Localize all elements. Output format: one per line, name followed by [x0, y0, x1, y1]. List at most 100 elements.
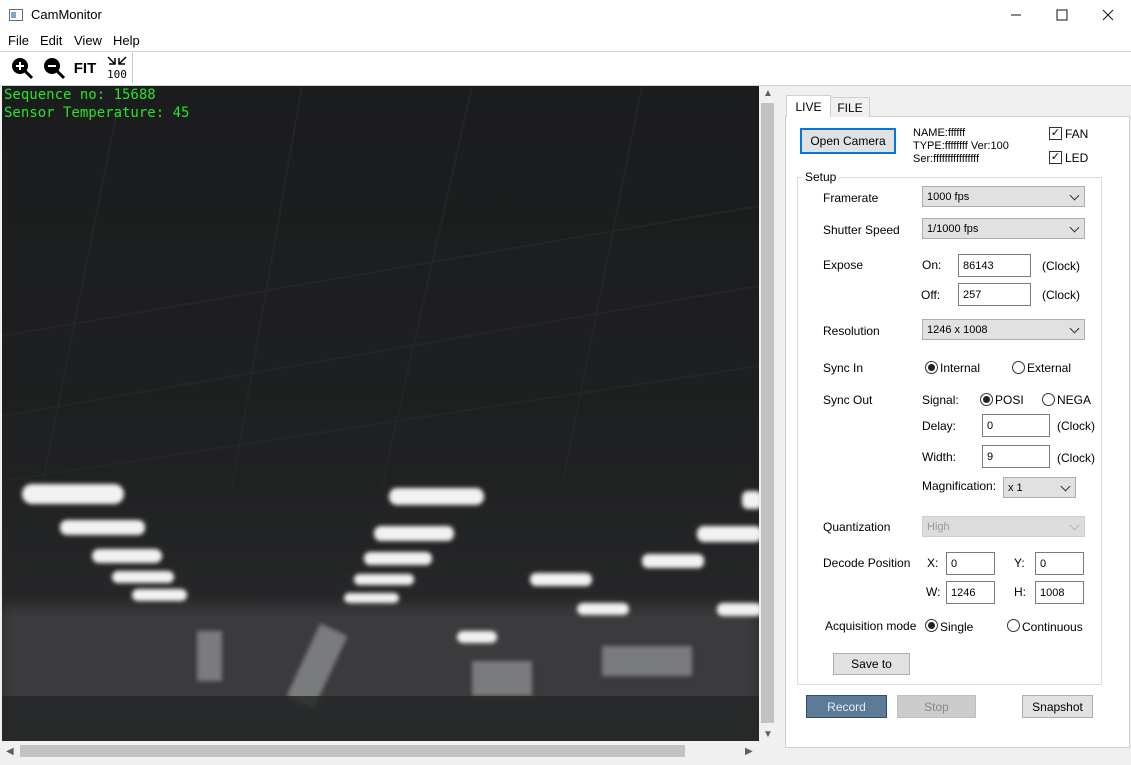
signal-nega-label: NEGA [1057, 393, 1092, 407]
magnification-select[interactable]: x 1 [1003, 477, 1076, 498]
camera-image [2, 86, 759, 741]
resolution-value: 1246 x 1008 [927, 323, 988, 336]
magnification-label: Magnification: [922, 479, 997, 493]
menu-edit[interactable]: Edit [40, 33, 62, 48]
framerate-label: Framerate [823, 191, 879, 205]
expose-on-label: On: [922, 258, 942, 272]
zoom-in-button[interactable] [8, 55, 36, 81]
scroll-right-arrow-icon[interactable]: ▶ [745, 746, 753, 757]
zoom-out-button[interactable] [40, 55, 68, 81]
quantization-select[interactable]: High [922, 516, 1085, 537]
delay-input[interactable]: 0 [982, 414, 1050, 437]
sequence-overlay: Sequence no: 15688 [4, 87, 156, 103]
scroll-up-arrow-icon[interactable]: ▲ [763, 88, 773, 99]
fan-label: FAN [1065, 127, 1089, 141]
expose-on-input[interactable]: 86143 [958, 254, 1031, 277]
temperature-overlay: Sensor Temperature: 45 [4, 105, 190, 121]
delay-unit: (Clock) [1057, 419, 1095, 433]
menu-help[interactable]: Help [113, 33, 140, 48]
horizontal-scroll-thumb[interactable] [20, 745, 685, 757]
menu-file[interactable]: File [8, 33, 29, 48]
width-unit: (Clock) [1057, 451, 1095, 465]
shutter-speed-select[interactable]: 1/1000 fps [922, 218, 1085, 239]
signal-label: Signal: [922, 393, 959, 407]
led-checkbox[interactable]: ✓ [1049, 151, 1062, 164]
signal-posi-radio[interactable] [980, 393, 993, 406]
acquisition-mode-label: Acquisition mode [825, 619, 917, 633]
acquisition-single-radio[interactable] [925, 619, 938, 632]
led-label: LED [1065, 151, 1089, 165]
decode-y-input[interactable]: 0 [1035, 552, 1084, 575]
save-to-button[interactable]: Save to [833, 653, 910, 675]
acquisition-continuous-radio[interactable] [1007, 619, 1020, 632]
record-button[interactable]: Record [806, 695, 887, 718]
camera-name: NAME:ffffff [913, 127, 966, 139]
width-input[interactable]: 9 [982, 445, 1050, 468]
zoom-out-icon [44, 58, 66, 80]
stop-button[interactable]: Stop [897, 695, 976, 718]
expose-off-input[interactable]: 257 [958, 283, 1031, 306]
zoom-in-icon [12, 58, 34, 80]
acquisition-single-label: Single [940, 620, 974, 634]
decode-w-input[interactable]: 1246 [946, 581, 995, 604]
maximize-icon [1056, 9, 1068, 21]
decode-h-input[interactable]: 1008 [1035, 581, 1084, 604]
signal-posi-label: POSI [995, 393, 1024, 407]
width-label: Width: [922, 450, 957, 464]
sync-in-label: Sync In [823, 361, 864, 375]
scroll-down-arrow-icon[interactable]: ▼ [763, 729, 773, 740]
title-bar [0, 0, 1131, 30]
menu-view[interactable]: View [74, 33, 102, 48]
open-camera-button[interactable]: Open Camera [800, 128, 896, 154]
decode-x-label: X: [927, 556, 939, 570]
shutter-speed-label: Shutter Speed [823, 223, 900, 237]
tab-live[interactable]: LIVE [786, 95, 831, 117]
camera-type: TYPE:ffffffff Ver:100 [913, 140, 1009, 152]
shutter-speed-value: 1/1000 fps [927, 222, 979, 235]
quantization-label: Quantization [823, 520, 891, 534]
framerate-value: 1000 fps [927, 190, 970, 203]
sync-in-external-radio[interactable] [1012, 361, 1025, 374]
sync-in-internal-radio[interactable] [925, 361, 938, 374]
camera-serial: Ser:ffffffffffffffff [913, 153, 980, 165]
actual-size-button[interactable]: 100 [103, 55, 131, 81]
close-icon [1102, 9, 1114, 21]
expose-off-unit: (Clock) [1042, 288, 1080, 302]
resolution-label: Resolution [823, 324, 880, 338]
expose-off-label: Off: [921, 288, 941, 302]
chevron-down-icon [1069, 222, 1080, 233]
chevron-down-icon [1069, 323, 1080, 334]
decode-h-label: H: [1014, 585, 1026, 599]
decode-x-input[interactable]: 0 [946, 552, 995, 575]
sync-in-external-label: External [1027, 361, 1072, 375]
snapshot-button[interactable]: Snapshot [1022, 695, 1093, 718]
fit-button[interactable]: FIT [71, 55, 99, 81]
delay-label: Delay: [922, 419, 957, 433]
tab-file[interactable]: FILE [830, 97, 870, 117]
framerate-select[interactable]: 1000 fps [922, 186, 1085, 207]
fan-checkbox[interactable]: ✓ [1049, 127, 1062, 140]
vertical-scroll-thumb[interactable] [761, 103, 774, 723]
resolution-select[interactable]: 1246 x 1008 [922, 319, 1085, 340]
actual-size-label: 100 [107, 68, 127, 81]
app-icon [9, 9, 23, 21]
sync-out-label: Sync Out [823, 393, 873, 407]
expose-on-unit: (Clock) [1042, 259, 1080, 273]
chevron-down-icon [1069, 190, 1080, 201]
window-title: CamMonitor [31, 7, 102, 22]
minimize-button[interactable] [993, 0, 1039, 30]
maximize-button[interactable] [1039, 0, 1085, 30]
close-button[interactable] [1085, 0, 1131, 30]
decode-y-label: Y: [1014, 556, 1025, 570]
scroll-left-arrow-icon[interactable]: ◀ [6, 746, 14, 757]
chevron-down-icon [1060, 481, 1071, 492]
sync-in-internal-label: Internal [940, 361, 981, 375]
acquisition-continuous-label: Continuous [1022, 620, 1083, 634]
actual-size-icon [107, 56, 127, 65]
signal-nega-radio[interactable] [1042, 393, 1055, 406]
camera-view[interactable] [2, 86, 759, 741]
magnification-value: x 1 [1008, 481, 1023, 494]
decode-position-label: Decode Position [823, 556, 911, 570]
expose-label: Expose [823, 258, 864, 272]
minimize-icon [1011, 14, 1021, 16]
